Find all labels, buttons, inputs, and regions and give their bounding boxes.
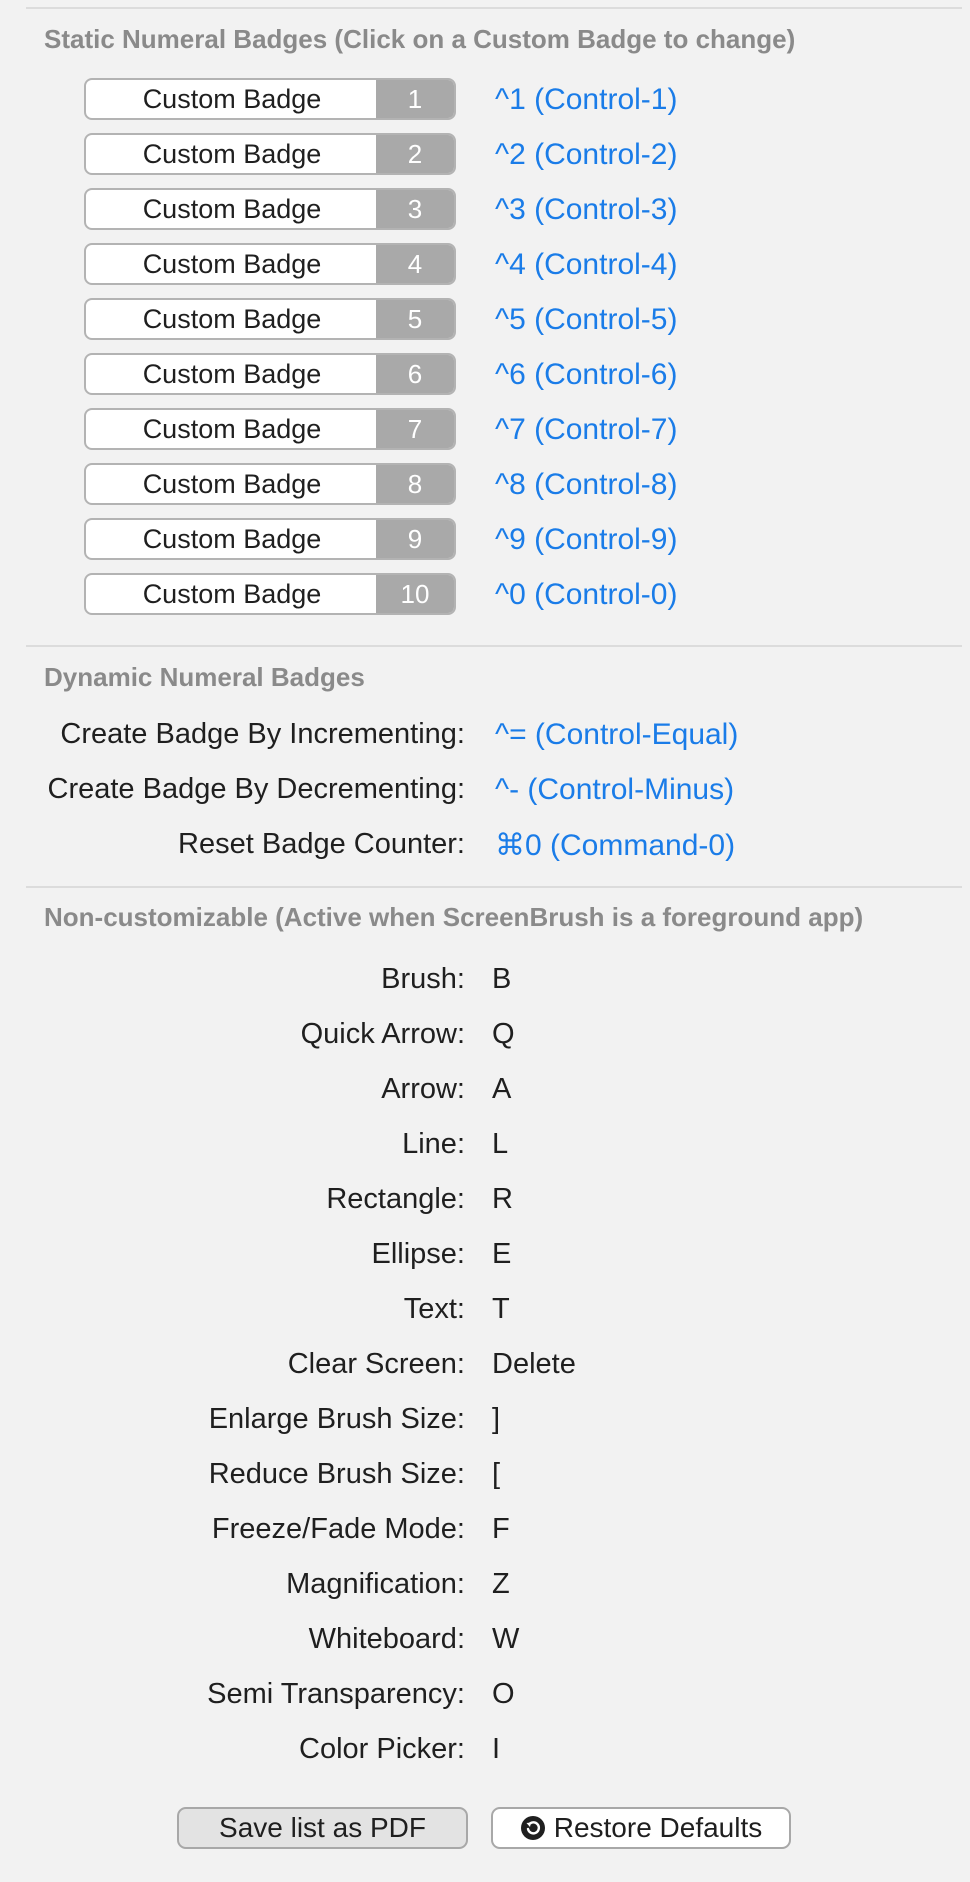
restore-icon	[520, 1816, 545, 1840]
custom-badge-button[interactable]: Custom Badge 7	[84, 408, 456, 450]
shortcut-command-0[interactable]: ⌘0 (Command-0)	[495, 828, 735, 863]
custom-badge-button[interactable]: Custom Badge 5	[84, 298, 456, 340]
shortcut-key-line: L	[492, 1128, 509, 1160]
static-divider	[26, 645, 962, 647]
shortcut-key-semi-transparency: O	[492, 1678, 515, 1710]
custom-badge-label: Custom Badge	[142, 469, 322, 499]
shortcut-key-magnification: Z	[492, 1568, 510, 1600]
custom-badge-button[interactable]: Custom Badge 9	[84, 518, 456, 560]
shortcut-control-8[interactable]: ^8 (Control-8)	[495, 468, 677, 502]
badge-number: 3	[376, 190, 454, 228]
custom-badge-label: Custom Badge	[142, 139, 322, 169]
shortcut-key-enlarge-brush: ]	[492, 1403, 501, 1435]
static-badges-section-title: Static Numeral Badges (Click on a Custom…	[44, 24, 796, 54]
shortcut-label-color-picker: Color Picker:	[299, 1733, 465, 1765]
custom-badge-button[interactable]: Custom Badge 6	[84, 353, 456, 395]
custom-badge-button[interactable]: Custom Badge 2	[84, 133, 456, 175]
shortcut-key-ellipse: E	[492, 1238, 512, 1270]
save-pdf-button[interactable]: Save list as PDF	[177, 1807, 468, 1849]
shortcut-key-reduce-brush: [	[492, 1458, 501, 1490]
custom-badge-label: Custom Badge	[142, 194, 322, 224]
restore-defaults-label: Restore Defaults	[553, 1812, 763, 1843]
shortcut-label-arrow: Arrow:	[381, 1073, 465, 1105]
shortcut-control-9[interactable]: ^9 (Control-9)	[495, 523, 677, 557]
badge-number: 6	[376, 355, 454, 393]
shortcut-label-text: Text:	[403, 1293, 465, 1325]
shortcut-key-rectangle: R	[492, 1183, 513, 1215]
shortcut-control-2[interactable]: ^2 (Control-2)	[495, 138, 677, 172]
badge-number: 4	[376, 245, 454, 283]
shortcut-label-line: Line:	[402, 1128, 465, 1160]
shortcut-key-clear-screen: Delete	[492, 1348, 576, 1380]
custom-badge-button[interactable]: Custom Badge 8	[84, 463, 456, 505]
custom-badge-label: Custom Badge	[142, 414, 322, 444]
save-pdf-label: Save list as PDF	[219, 1812, 426, 1843]
custom-badge-button[interactable]: Custom Badge 10	[84, 573, 456, 615]
shortcut-control-1[interactable]: ^1 (Control-1)	[495, 83, 677, 117]
restore-defaults-button[interactable]: Restore Defaults	[491, 1807, 791, 1849]
top-divider	[26, 7, 962, 9]
shortcut-key-arrow: A	[492, 1073, 512, 1105]
increment-badge-label: Create Badge By Incrementing:	[60, 718, 465, 750]
custom-badge-button[interactable]: Custom Badge 4	[84, 243, 456, 285]
decrement-badge-label: Create Badge By Decrementing:	[47, 773, 466, 805]
badge-number: 7	[376, 410, 454, 448]
shortcut-label-quick-arrow: Quick Arrow:	[300, 1018, 465, 1050]
shortcut-key-color-picker: I	[492, 1733, 501, 1765]
shortcut-control-minus[interactable]: ^- (Control-Minus)	[495, 773, 734, 807]
shortcut-control-7[interactable]: ^7 (Control-7)	[495, 413, 677, 447]
shortcut-label-ellipse: Ellipse:	[371, 1238, 466, 1270]
badge-number: 5	[376, 300, 454, 338]
shortcut-label-magnification: Magnification:	[286, 1568, 465, 1600]
shortcut-control-4[interactable]: ^4 (Control-4)	[495, 248, 677, 282]
shortcut-label-clear-screen: Clear Screen:	[287, 1348, 465, 1380]
shortcut-key-freeze-fade: F	[492, 1513, 510, 1545]
custom-badge-button[interactable]: Custom Badge 3	[84, 188, 456, 230]
shortcut-key-quick-arrow: Q	[492, 1018, 515, 1050]
shortcut-label-freeze-fade: Freeze/Fade Mode:	[211, 1513, 465, 1545]
custom-badge-label: Custom Badge	[142, 84, 322, 114]
shortcut-label-whiteboard: Whiteboard:	[308, 1623, 465, 1655]
noncustom-section-title: Non-customizable (Active when ScreenBrus…	[44, 902, 864, 932]
shortcut-key-brush: B	[492, 963, 512, 995]
reset-counter-label: Reset Badge Counter:	[178, 828, 465, 860]
badge-number: 1	[376, 80, 454, 118]
shortcut-key-whiteboard: W	[492, 1623, 520, 1655]
shortcut-control-6[interactable]: ^6 (Control-6)	[495, 358, 677, 392]
badge-number: 2	[376, 135, 454, 173]
custom-badge-label: Custom Badge	[142, 304, 322, 334]
badge-number: 10	[376, 575, 454, 613]
shortcut-label-reduce-brush: Reduce Brush Size:	[208, 1458, 465, 1490]
badge-number: 9	[376, 520, 454, 558]
custom-badge-label: Custom Badge	[142, 579, 322, 609]
shortcut-label-enlarge-brush: Enlarge Brush Size:	[208, 1403, 465, 1435]
custom-badge-label: Custom Badge	[142, 249, 322, 279]
dynamic-badges-section-title: Dynamic Numeral Badges	[44, 662, 365, 692]
custom-badge-label: Custom Badge	[142, 359, 322, 389]
shortcut-key-text: T	[492, 1293, 510, 1325]
custom-badge-button[interactable]: Custom Badge 1	[84, 78, 456, 120]
shortcut-label-semi-transparency: Semi Transparency:	[207, 1678, 465, 1710]
shortcut-control-3[interactable]: ^3 (Control-3)	[495, 193, 677, 227]
shortcut-control-0[interactable]: ^0 (Control-0)	[495, 578, 677, 612]
shortcut-label-rectangle: Rectangle:	[326, 1183, 465, 1215]
shortcut-label-brush: Brush:	[381, 963, 465, 995]
badge-number: 8	[376, 465, 454, 503]
custom-badge-label: Custom Badge	[142, 524, 322, 554]
dynamic-divider	[26, 886, 962, 888]
shortcut-control-equal[interactable]: ^= (Control-Equal)	[495, 718, 738, 752]
shortcut-control-5[interactable]: ^5 (Control-5)	[495, 303, 677, 337]
